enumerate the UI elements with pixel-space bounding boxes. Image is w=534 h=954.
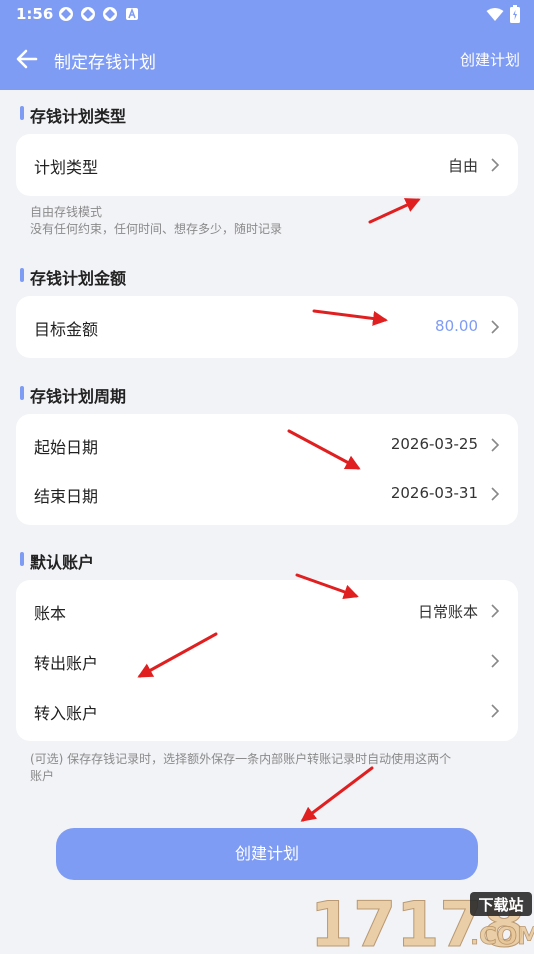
account-card: 账本 日常账本 转出账户 转入账户	[16, 580, 518, 741]
notification-icon	[102, 6, 118, 22]
wifi-icon	[486, 7, 504, 26]
chevron-right-icon	[491, 158, 500, 172]
end-date-row[interactable]: 结束日期 2026-03-31	[16, 469, 518, 519]
chevron-right-icon	[491, 320, 500, 334]
top-bar: 1:56 制定存钱计划 创建计划	[0, 0, 534, 90]
battery-icon	[510, 5, 520, 27]
notification-icon	[80, 6, 96, 22]
target-amount-label: 目标金额	[34, 320, 99, 339]
nav-bar: 制定存钱计划 创建计划	[0, 38, 534, 80]
section-title-plan-type: 存钱计划类型	[20, 103, 126, 127]
plan-type-hint-title: 自由存钱模式	[30, 205, 103, 219]
status-time: 1:56	[16, 5, 54, 23]
section-title-amount: 存钱计划金额	[20, 265, 126, 289]
plan-type-card: 计划类型 自由	[16, 134, 518, 196]
chevron-right-icon	[491, 438, 500, 452]
account-hint-line2: 账户	[30, 769, 55, 783]
start-date-row[interactable]: 起始日期 2026-03-25	[16, 420, 518, 470]
amount-card: 目标金额 80.00	[16, 296, 518, 358]
ledger-row[interactable]: 账本 日常账本	[16, 586, 518, 636]
start-date-value: 2026-03-25	[390, 435, 478, 453]
back-arrow-icon[interactable]	[14, 46, 40, 72]
start-date-label: 起始日期	[34, 438, 99, 457]
watermark-tag: 下载站	[478, 896, 523, 914]
chevron-right-icon	[491, 604, 500, 618]
target-amount-value: 80.00	[435, 317, 478, 335]
plan-type-row[interactable]: 计划类型 自由	[16, 140, 518, 190]
ledger-value: 日常账本	[417, 603, 478, 621]
site-watermark-logo: 17178 下载站 .COM	[310, 888, 534, 954]
status-bar: 1:56	[0, 0, 534, 28]
chevron-right-icon	[491, 487, 500, 501]
arrow-1	[368, 198, 421, 224]
end-date-value: 2026-03-31	[390, 484, 478, 502]
target-amount-row[interactable]: 目标金额 80.00	[16, 302, 518, 352]
transfer-out-account-label: 转出账户	[34, 654, 99, 673]
notification-icon	[58, 6, 74, 22]
section-title-account: 默认账户	[20, 549, 94, 573]
transfer-out-account-row[interactable]: 转出账户	[16, 636, 518, 686]
plan-type-hint-desc: 没有任何约束，任何时间、想存多少，随时记录	[30, 222, 283, 236]
transfer-in-account-row[interactable]: 转入账户	[16, 686, 518, 736]
app-notification-icon	[124, 6, 140, 22]
account-hint: (可选) 保存存钱记录时，选择额外保存一条内部账户转账记录时自动使用这两个 账户	[30, 751, 508, 785]
period-card: 起始日期 2026-03-25 结束日期 2026-03-31	[16, 414, 518, 525]
plan-type-label: 计划类型	[34, 158, 99, 177]
page-title: 制定存钱计划	[54, 53, 156, 73]
end-date-label: 结束日期	[34, 487, 99, 506]
create-plan-button[interactable]: 创建计划	[56, 828, 478, 880]
plan-type-hint: 自由存钱模式 没有任何约束，任何时间、想存多少，随时记录	[30, 204, 282, 238]
chevron-right-icon	[491, 704, 500, 718]
transfer-in-account-label: 转入账户	[34, 704, 99, 723]
ledger-label: 账本	[34, 604, 67, 623]
plan-type-value: 自由	[447, 157, 478, 175]
section-title-period: 存钱计划周期	[20, 383, 126, 407]
account-hint-line1: (可选) 保存存钱记录时，选择额外保存一条内部账户转账记录时自动使用这两个	[30, 752, 452, 766]
create-plan-top-button[interactable]: 创建计划	[460, 49, 520, 70]
watermark-domain: .COM	[470, 922, 534, 950]
chevron-right-icon	[491, 654, 500, 668]
